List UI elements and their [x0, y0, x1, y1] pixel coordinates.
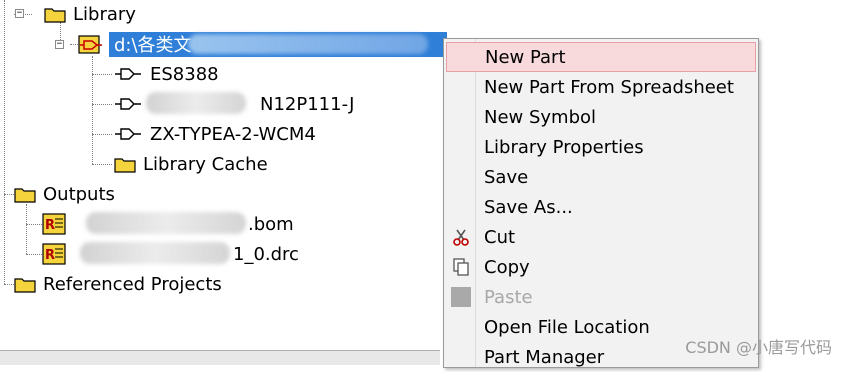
menu-item-label: New Part From Spreadsheet [484, 76, 734, 98]
tree-node-label: d:\各类文 [114, 35, 192, 56]
menu-item-label: Save [484, 166, 529, 188]
part-icon [115, 98, 141, 110]
menu-item-copy[interactable]: Copy [446, 252, 756, 282]
library-file-icon [78, 35, 102, 54]
menu-item-label: New Part [485, 46, 566, 68]
menu-item-new-symbol[interactable]: New Symbol [446, 102, 756, 132]
tree-line [92, 74, 112, 75]
menu-item-label: Cut [484, 226, 516, 248]
svg-text:R: R [45, 218, 55, 233]
menu-item-cut[interactable]: Cut [446, 222, 756, 252]
tree-node-label: .bom [248, 213, 294, 235]
tree-line [4, 0, 5, 284]
tree-line [4, 194, 14, 195]
menu-item-label: Save As... [484, 196, 573, 218]
menu-item-label: Paste [484, 286, 533, 308]
scissors-icon [453, 229, 469, 246]
tree-node-output-file[interactable]: R .bom [42, 210, 294, 238]
tree-node-output-file[interactable]: R 1_0.drc [42, 240, 299, 268]
menu-item-new-part-from-spreadsheet[interactable]: New Part From Spreadsheet [446, 72, 756, 102]
report-file-icon: R [42, 213, 66, 235]
folder-icon [44, 7, 66, 23]
horizontal-scrollbar[interactable] [0, 350, 440, 365]
tree-node-label: ZX-TYPEA-2-WCM4 [150, 123, 316, 145]
tree-line [92, 134, 112, 135]
menu-item-label: Part Manager [484, 346, 605, 368]
menu-item-save[interactable]: Save [446, 162, 756, 192]
tree-node-outputs[interactable]: Outputs [14, 180, 115, 208]
library-file-expander[interactable]: − [55, 40, 64, 49]
tree-line [26, 254, 42, 255]
folder-icon [14, 277, 36, 293]
tree-node-part[interactable]: ES8388 [114, 60, 219, 88]
menu-item-save-as[interactable]: Save As... [446, 192, 756, 222]
tree-node-library-file[interactable]: d:\各类文 [78, 30, 192, 58]
tree-node-label: Library [73, 3, 136, 25]
svg-text:R: R [45, 248, 55, 263]
part-icon [115, 68, 141, 80]
menu-item-paste[interactable]: Paste [446, 282, 756, 312]
tree-line [26, 224, 42, 225]
tree-node-label: Referenced Projects [43, 273, 222, 295]
redaction-blur [188, 34, 428, 54]
tree-line [92, 164, 112, 165]
menu-item-new-part[interactable]: New Part [446, 42, 756, 72]
tree-node-label: N12P111-J [260, 93, 355, 115]
part-icon [115, 128, 141, 140]
paste-icon [451, 287, 471, 307]
tree-node-label: Outputs [43, 183, 115, 205]
tree-line [92, 56, 93, 164]
folder-icon [114, 157, 136, 173]
tree-node-library[interactable]: Library [44, 0, 136, 28]
tree-line [26, 204, 27, 254]
tree-node-label: ES8388 [150, 63, 219, 85]
tree-line [4, 284, 14, 285]
folder-icon [14, 187, 36, 203]
tree-node-part[interactable]: N12P111-J [114, 90, 354, 118]
menu-item-library-properties[interactable]: Library Properties [446, 132, 756, 162]
tree-node-part[interactable]: ZX-TYPEA-2-WCM4 [114, 120, 316, 148]
library-expander[interactable]: − [15, 9, 24, 18]
menu-item-label: New Symbol [484, 106, 597, 128]
copy-icon [453, 258, 469, 276]
tree-node-label: Library Cache [143, 153, 268, 175]
context-menu: New Part New Part From Spreadsheet New S… [443, 38, 759, 368]
menu-item-label: Copy [484, 256, 530, 278]
report-file-icon: R [42, 243, 66, 265]
tree-node-label: 1_0.drc [233, 243, 299, 265]
menu-item-label: Open File Location [484, 316, 650, 338]
menu-item-label: Library Properties [484, 136, 644, 158]
watermark: CSDN @小唐写代码 [685, 338, 832, 357]
tree-node-library-cache[interactable]: Library Cache [114, 150, 268, 178]
tree-line [92, 104, 112, 105]
tree-node-referenced-projects[interactable]: Referenced Projects [14, 270, 222, 298]
